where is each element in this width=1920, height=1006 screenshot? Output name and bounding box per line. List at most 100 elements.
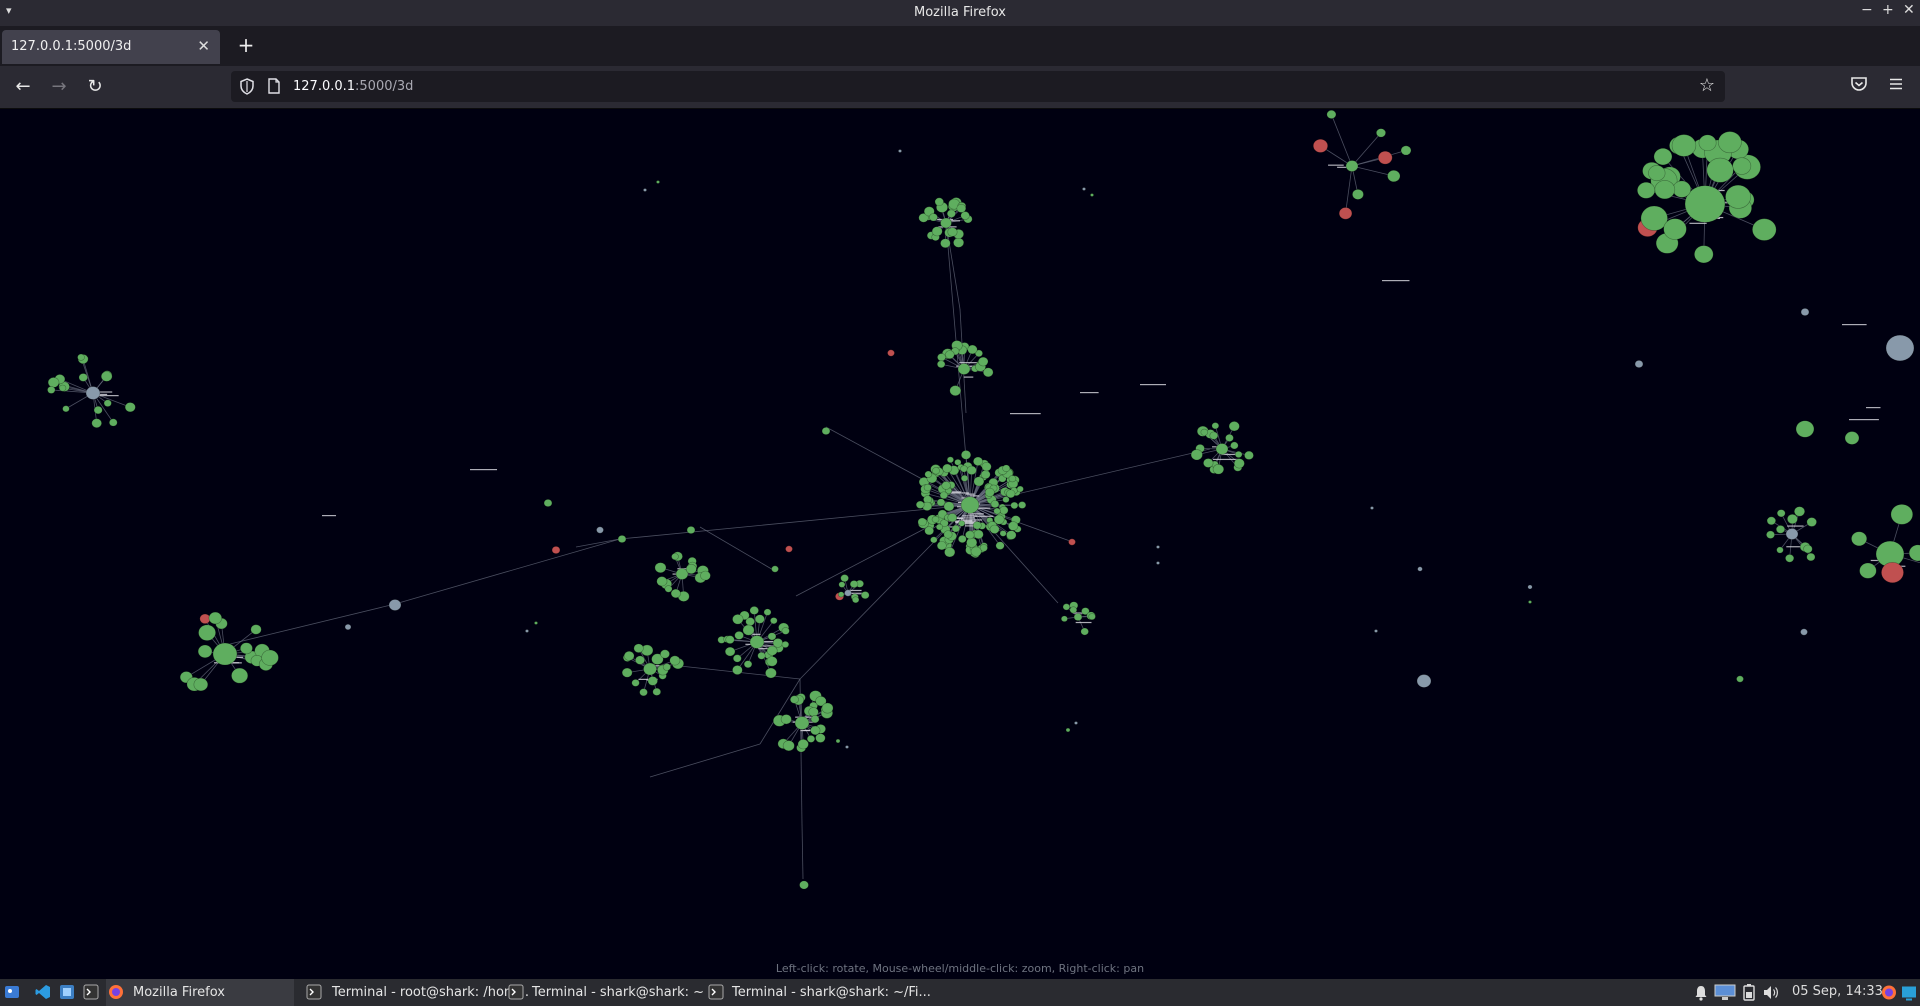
graph-node[interactable] (1528, 600, 1532, 604)
graph-node[interactable] (1002, 464, 1011, 472)
graph-node[interactable] (984, 487, 995, 497)
graph-node[interactable] (1352, 189, 1364, 200)
graph-node[interactable] (78, 373, 88, 382)
graph-node[interactable] (1859, 562, 1877, 579)
graph-node[interactable] (1885, 334, 1915, 362)
graph-node[interactable] (1068, 538, 1076, 546)
graph-node[interactable] (973, 456, 984, 466)
graph-node[interactable] (734, 631, 744, 640)
graph-node[interactable] (939, 491, 948, 500)
graph-node[interactable] (193, 677, 209, 692)
graph-node[interactable] (388, 599, 402, 611)
graph-node[interactable] (656, 180, 660, 184)
graph-node[interactable] (973, 476, 985, 487)
graph-node[interactable] (103, 399, 112, 407)
graph-node[interactable] (1752, 218, 1777, 241)
graph-node[interactable] (1230, 441, 1239, 450)
graph-node[interactable] (212, 642, 238, 666)
graph-node[interactable] (1775, 525, 1786, 534)
graph-node[interactable] (1215, 443, 1229, 455)
graph-node[interactable] (797, 738, 809, 750)
graph-node[interactable] (1156, 545, 1160, 549)
graph-node[interactable] (686, 526, 696, 534)
graph-node[interactable] (1006, 530, 1017, 540)
graph-node[interactable] (958, 520, 966, 527)
graph-node[interactable] (942, 463, 953, 473)
graph-node[interactable] (1387, 169, 1401, 183)
pocket-icon[interactable] (1847, 75, 1871, 99)
graph-node[interactable] (924, 470, 933, 478)
graph-node[interactable] (635, 655, 645, 665)
close-window-button[interactable]: ✕ (1903, 2, 1915, 18)
graph-node[interactable] (770, 617, 778, 625)
graph-node[interactable] (551, 546, 561, 554)
graph-node[interactable] (1008, 521, 1019, 531)
graph-node[interactable] (973, 529, 984, 540)
graph-node[interactable] (1234, 450, 1243, 458)
terminal-icon[interactable] (83, 984, 99, 1000)
url-text[interactable]: 127.0.0.1:5000/3d (293, 79, 413, 94)
graph-node[interactable] (662, 663, 671, 671)
graph-node[interactable] (1374, 629, 1378, 633)
graph-node[interactable] (837, 591, 845, 598)
graph-node[interactable] (946, 456, 954, 464)
graph-node[interactable] (617, 535, 627, 543)
graph-node[interactable] (1785, 554, 1795, 563)
graph-node[interactable] (47, 386, 56, 394)
graph-viewport[interactable]: Left-click: rotate, Mouse-wheel/middle-c… (0, 109, 1920, 979)
graph-node[interactable] (1156, 561, 1160, 565)
graph-node[interactable] (1634, 360, 1644, 368)
graph-node[interactable] (108, 418, 118, 427)
graph-node[interactable] (1345, 160, 1359, 172)
graph-node[interactable] (1326, 109, 1337, 119)
graph-node[interactable] (1312, 138, 1328, 153)
graph-node[interactable] (936, 360, 946, 369)
graph-node[interactable] (732, 654, 742, 663)
graph-node[interactable] (58, 384, 67, 392)
graph-node[interactable] (1844, 431, 1860, 445)
graph-node[interactable] (1671, 134, 1697, 157)
graph-node[interactable] (931, 515, 940, 523)
graph-node[interactable] (1736, 675, 1744, 683)
graph-node[interactable] (1018, 501, 1027, 509)
graph-node[interactable] (1233, 458, 1245, 469)
graph-node[interactable] (742, 624, 755, 636)
graph-node[interactable] (960, 450, 972, 460)
graph-node[interactable] (621, 667, 633, 678)
graph-node[interactable] (1890, 504, 1914, 525)
graph-node[interactable] (1211, 422, 1220, 430)
graph-node[interactable] (1016, 485, 1024, 493)
volume-icon[interactable] (1762, 984, 1780, 1001)
graph-node[interactable] (1787, 514, 1798, 525)
firefox-icon[interactable] (1881, 984, 1897, 1001)
graph-node[interactable] (1203, 458, 1214, 468)
graph-node[interactable] (631, 679, 640, 687)
taskbar-item-terminal-files[interactable]: Terminal - shark@shark: ~/Fi... (706, 979, 931, 1006)
graph-node[interactable] (1637, 181, 1656, 199)
star-icon[interactable]: ☆ (1699, 75, 1715, 96)
taskbar-item-terminal-root[interactable]: Terminal - root@shark: /hom... (304, 979, 529, 1006)
graph-node[interactable] (966, 537, 978, 548)
battery-icon[interactable] (1742, 984, 1756, 1001)
graph-node[interactable] (1417, 566, 1423, 572)
graph-node[interactable] (77, 353, 85, 361)
graph-node[interactable] (956, 203, 967, 213)
graph-node[interactable] (685, 563, 697, 575)
graph-node[interactable] (1082, 187, 1086, 191)
graph-node[interactable] (1244, 450, 1254, 460)
graph-node[interactable] (915, 500, 925, 509)
graph-node[interactable] (794, 716, 810, 730)
graph-node[interactable] (947, 513, 958, 523)
graph-node[interactable] (732, 665, 743, 675)
graph-node[interactable] (724, 646, 736, 657)
graph-node[interactable] (924, 526, 935, 536)
new-tab-button[interactable]: + (234, 32, 258, 58)
graph-node[interactable] (898, 149, 902, 153)
graph-node[interactable] (766, 645, 778, 656)
graph-node[interactable] (1785, 528, 1799, 540)
graph-node[interactable] (732, 614, 744, 625)
graph-node[interactable] (240, 642, 253, 655)
graph-node[interactable] (1766, 516, 1776, 526)
graph-node[interactable] (1073, 613, 1083, 621)
graph-node[interactable] (1088, 613, 1096, 621)
